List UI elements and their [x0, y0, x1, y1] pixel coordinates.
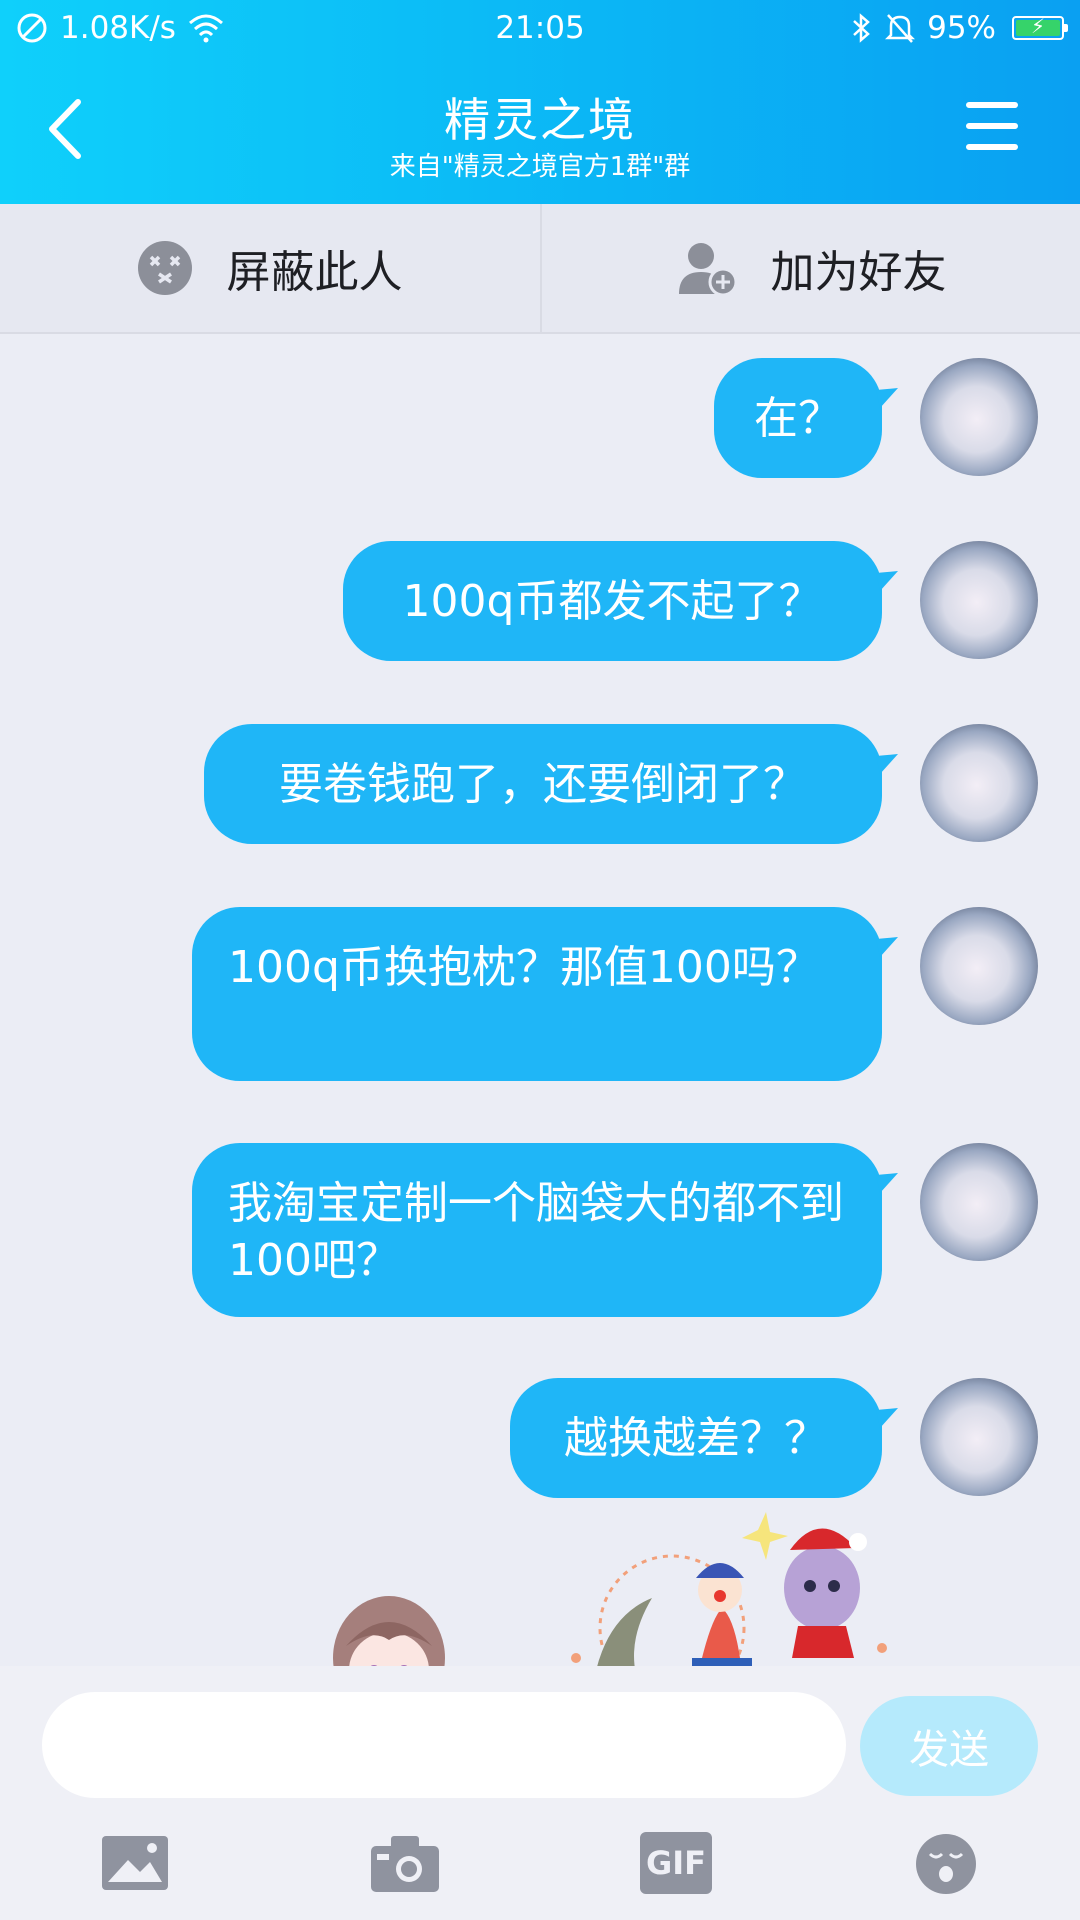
clown-bunny-sticker — [571, 1512, 887, 1692]
message-row: 100q币换抱枕？那值100吗？ — [0, 907, 1080, 1081]
add-friend-button[interactable]: 加为好友 — [540, 204, 1080, 332]
message-row: 我淘宝定制一个脑袋大的都不到100吧？ — [0, 1143, 1080, 1317]
bubble-tail — [876, 1408, 898, 1428]
gif-label: GIF — [645, 1844, 707, 1882]
message-text: 我淘宝定制一个脑袋大的都不到100吧？ — [228, 1178, 844, 1286]
action-bar: 屏蔽此人 加为好友 — [0, 204, 1080, 334]
message-bubble[interactable]: 要卷钱跑了，还要倒闭了？ — [204, 724, 882, 844]
message-row: 要卷钱跑了，还要倒闭了？ — [0, 724, 1080, 844]
message-row: 100q币都发不起了？ — [0, 541, 1080, 661]
message-text: 要卷钱跑了，还要倒闭了？ — [279, 758, 807, 810]
bluetooth-icon — [853, 13, 870, 43]
message-text: 100q币都发不起了？ — [402, 575, 823, 627]
chat-title: 精灵之境 — [444, 93, 636, 147]
bolt-icon: ⚡ — [1030, 14, 1046, 38]
avatar[interactable] — [920, 1143, 1038, 1261]
message-bubble[interactable]: 我淘宝定制一个脑袋大的都不到100吧？ — [192, 1143, 882, 1317]
battery-level: 95% — [927, 10, 996, 46]
message-bubble[interactable]: 100q币都发不起了？ — [343, 541, 882, 661]
block-face-icon — [137, 241, 192, 295]
status-bar: 1.08K/s 21:05 95% ⚡ — [0, 0, 1080, 58]
bubble-tail — [876, 754, 898, 774]
message-bubble[interactable]: 在？ — [714, 358, 882, 478]
avatar[interactable] — [920, 358, 1038, 476]
message-input[interactable] — [42, 1692, 846, 1798]
image-icon[interactable] — [100, 1832, 172, 1894]
avatar[interactable] — [920, 724, 1038, 842]
bubble-tail — [876, 571, 898, 591]
message-row: 在？ — [0, 358, 1080, 478]
battery-charging-icon: ⚡ — [1012, 14, 1068, 40]
message-bubble[interactable]: 越换越差？？ — [510, 1378, 882, 1498]
bubble-tail — [876, 1173, 898, 1193]
message-bubble[interactable]: 100q币换抱枕？那值100吗？ — [192, 907, 882, 1081]
send-button[interactable]: 发送 — [860, 1696, 1038, 1796]
block-user-label: 屏蔽此人 — [226, 247, 403, 298]
message-text: 在？ — [754, 392, 842, 444]
add-friend-icon — [678, 243, 737, 296]
bubble-tail — [876, 388, 898, 408]
status-right: 95% ⚡ — [851, 10, 1068, 46]
add-friend-label: 加为好友 — [770, 247, 947, 298]
menu-icon-bar — [966, 102, 1018, 108]
gif-icon[interactable]: GIF — [640, 1832, 712, 1894]
bell-muted-icon — [885, 14, 916, 43]
avatar[interactable] — [920, 907, 1038, 1025]
camera-icon[interactable] — [369, 1832, 441, 1894]
message-text: 100q币换抱枕？那值100吗？ — [228, 942, 820, 993]
menu-button[interactable] — [966, 102, 1022, 154]
message-list[interactable]: 在？ 100q币都发不起了？ 要卷钱跑了，还要倒闭了？ 100q币换抱枕？那值1… — [0, 334, 1080, 1664]
menu-icon-bar — [966, 123, 1018, 129]
message-row: 越换越差？？ — [0, 1378, 1080, 1498]
avatar[interactable] — [920, 1378, 1038, 1496]
chat-subtitle: 来自"精灵之境官方1群"群 — [389, 152, 691, 182]
avatar[interactable] — [920, 541, 1038, 659]
menu-icon-bar — [966, 144, 1018, 150]
chat-header: 1.08K/s 21:05 95% ⚡ 精灵之境 来自"精灵之境官方1群"群 — [0, 0, 1080, 204]
bubble-tail — [876, 937, 898, 957]
message-text: 越换越差？？ — [564, 1412, 828, 1464]
emoji-icon[interactable] — [910, 1832, 982, 1894]
block-user-button[interactable]: 屏蔽此人 — [0, 204, 539, 332]
